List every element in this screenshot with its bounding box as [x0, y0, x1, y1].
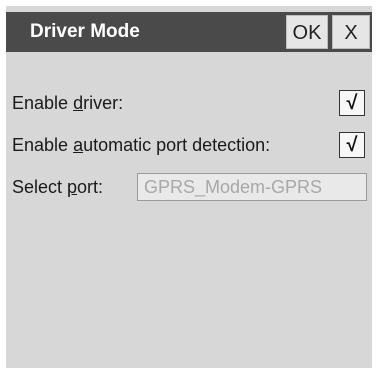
title-bar: Driver Mode OK X [6, 12, 372, 52]
select-port-label: Select port: [12, 177, 104, 197]
auto-port-detection-checkbox[interactable]: √ [339, 132, 365, 158]
port-select-field[interactable]: GPRS_Modem-GPRS [137, 173, 367, 201]
enable-driver-checkbox[interactable]: √ [339, 90, 365, 116]
ok-button[interactable]: OK [286, 15, 328, 49]
auto-port-detection-label: Enable automatic port detection: [12, 135, 271, 155]
dialog-title: Driver Mode [30, 21, 140, 42]
enable-driver-label: Enable driver: [12, 93, 124, 113]
driver-mode-dialog: Driver Mode OK X Enable driver: √ Enable… [6, 6, 372, 368]
close-button[interactable]: X [332, 15, 370, 49]
